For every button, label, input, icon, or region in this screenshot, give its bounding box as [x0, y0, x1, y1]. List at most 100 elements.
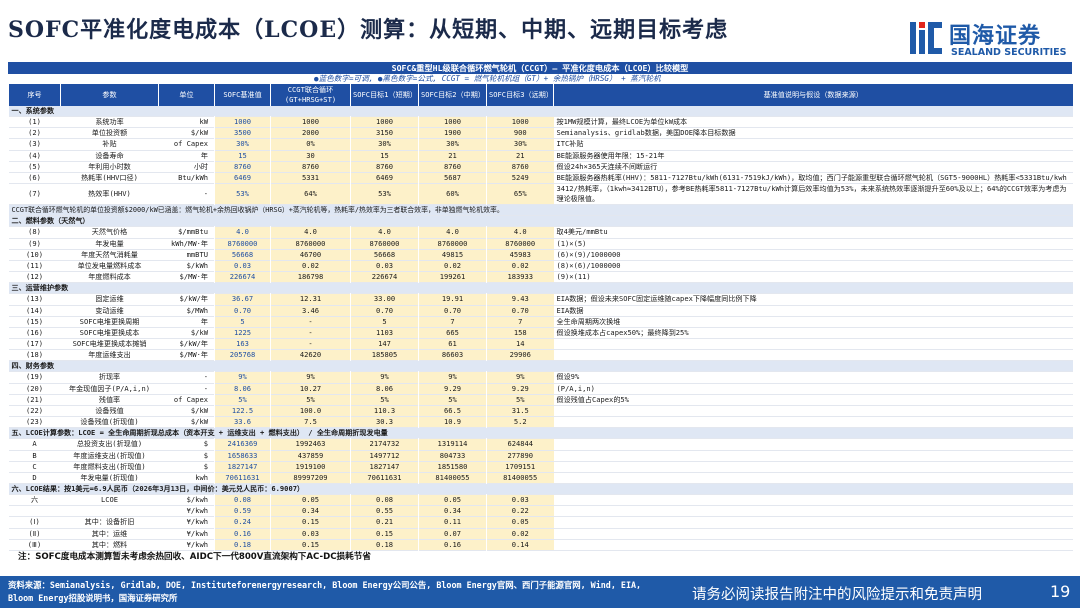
table-row: (2) 单位投资额 $/kW 3500 2000 3150 1900 900 Semianaly…: [8, 127, 1073, 139]
row-value: 1225: [214, 327, 271, 339]
row-value: 53%: [214, 183, 271, 205]
row-value: 56668: [214, 249, 271, 261]
header-cell: 序号: [8, 84, 61, 106]
row-parameter: [61, 506, 159, 517]
row-note: (P/A,i,n): [556, 383, 595, 393]
row-number: (9): [28, 238, 41, 248]
row-unit: $: [203, 461, 208, 471]
row-unit: $/kW: [190, 405, 208, 415]
row-parameter: 年金现值因子(P/A,i,n): [69, 383, 150, 393]
row-value: 21: [486, 150, 554, 162]
row-value: 226674: [350, 271, 419, 283]
row-value: 158: [486, 327, 554, 339]
table-row: 六 LCOE $/kwh 0.08 0.05 0.08 0.05 0.03: [8, 494, 1073, 506]
row-value: 7: [418, 316, 487, 328]
row-value: 30.3: [350, 416, 419, 428]
row-value: 624844: [486, 438, 554, 451]
row-value: 5%: [486, 394, 554, 406]
row-number: (1): [28, 117, 41, 127]
row-value: 30%: [486, 138, 554, 151]
row-value: 0.03: [270, 528, 351, 540]
table-row: C 年度燃料支出(折现值) $1827147 1919100 1827147 185158…: [8, 461, 1073, 473]
row-value: 49815: [418, 249, 487, 261]
row-value: -: [270, 327, 351, 339]
row-value: 1000: [270, 116, 351, 128]
row-value: 0.03: [350, 260, 419, 272]
row-number: (21): [25, 394, 44, 404]
row-value: 7.5: [270, 416, 351, 428]
row-unit: $/mmBtu: [178, 227, 208, 237]
row-value: 9%: [350, 371, 419, 384]
section-row: 二、燃料参数（天然气）: [8, 215, 1073, 227]
row-value: 10.9: [418, 416, 487, 428]
row-parameter: 天然气价格: [91, 227, 128, 237]
row-value: 0.05: [270, 494, 351, 506]
row-unit: $/kW: [190, 128, 208, 138]
row-parameter: 热效率(HHV): [88, 189, 131, 199]
row-note: [554, 350, 1073, 361]
row-value: 0.22: [486, 505, 554, 517]
row-value: 900: [486, 127, 554, 139]
row-unit: $/kWh: [186, 260, 208, 270]
row-value: 1827147: [214, 461, 271, 473]
row-value: 30%: [418, 138, 487, 151]
row-value: 110.3: [350, 405, 419, 417]
header-cell: SOFC目标2（中期）: [418, 84, 487, 106]
section-title: 三、运营维护参数: [8, 282, 1073, 294]
row-value: 8760000: [418, 238, 487, 250]
row-parameter: 残值率: [98, 394, 121, 404]
row-value: 4.0: [214, 226, 271, 239]
row-value: 122.5: [214, 405, 271, 417]
header-cell: 基准值说明与假设（数据来源）: [553, 84, 1073, 106]
row-parameter: 其中：设备折旧: [84, 517, 135, 527]
table-row: (3) 补贴 of Capex 30% 0% 30% 30% 30% ITC补贴: [8, 138, 1073, 151]
row-number: (22): [25, 405, 44, 415]
row-value: 9%: [270, 371, 351, 384]
row-value: 36.67: [214, 293, 271, 305]
row-unit: of Capex: [173, 394, 208, 404]
row-value: 66.5: [418, 405, 487, 417]
company-logo: 国海证券 SEALAND SECURITIES: [905, 14, 1075, 64]
row-unit: -: [203, 189, 208, 199]
row-value: 9%: [486, 371, 554, 384]
row-unit: $: [203, 439, 208, 449]
row-parameter: 变动运维: [95, 305, 124, 315]
row-unit: $/MW·年: [179, 350, 208, 360]
row-value: 0.15: [270, 539, 351, 551]
row-note: 按1MW规模计算，最终LCOE为单位kW成本: [556, 117, 688, 127]
row-value: 33.6: [214, 416, 271, 428]
row-value: 30: [270, 150, 351, 162]
sealand-logo-icon: [910, 22, 942, 54]
header-cell: SOFC基准值: [214, 84, 271, 106]
row-note: 假设残值占Capex的5%: [556, 394, 629, 404]
row-number: (20): [25, 383, 44, 393]
row-unit: 年: [200, 316, 208, 326]
table-row: ¥/kwh 0.59 0.34 0.55 0.34 0.22: [8, 505, 1073, 517]
row-value: 10.27: [270, 383, 351, 395]
page-title: SOFC平准化度电成本（LCOE）测算：从短期、中期、远期目标考虑: [8, 17, 729, 43]
row-value: 5249: [486, 172, 554, 184]
row-value: 1900: [418, 127, 487, 139]
row-value: 0.11: [418, 516, 487, 529]
row-value: 60%: [418, 183, 487, 205]
row-value: 21: [418, 150, 487, 162]
row-value: 5%: [418, 394, 487, 406]
row-parameter: 年发电量(折现值): [80, 472, 139, 482]
row-note: [554, 338, 1073, 349]
row-note: (8)×(6)/1000000: [556, 260, 621, 270]
row-unit: mmBTU: [186, 249, 208, 259]
row-value: 0.03: [214, 260, 271, 272]
row-value: 0%: [270, 138, 351, 151]
section-title: 二、燃料参数（天然气）: [8, 215, 1073, 227]
row-number: (Ⅱ): [28, 528, 41, 538]
row-unit: -: [203, 383, 208, 393]
table-row: (Ⅰ) 其中：设备折旧 ¥/kwh 0.24 0.15 0.21 0.11 0.05: [8, 516, 1073, 529]
row-parameter: LCOE: [100, 495, 119, 505]
section-row: 五、LCOE计算参数：LCOE = 全生命周期折现总成本（资本开支 + 运维支出…: [8, 427, 1073, 439]
row-unit: kwh: [195, 472, 208, 482]
table-row: (10) 年度天然气消耗量 mmBTU 56668 46700 56668 49815 459…: [8, 249, 1073, 261]
row-value: 4.0: [350, 226, 419, 239]
row-value: 33.00: [350, 293, 419, 305]
section-row: 三、运营维护参数: [8, 282, 1073, 294]
row-parameter: 年发电量: [95, 238, 124, 248]
